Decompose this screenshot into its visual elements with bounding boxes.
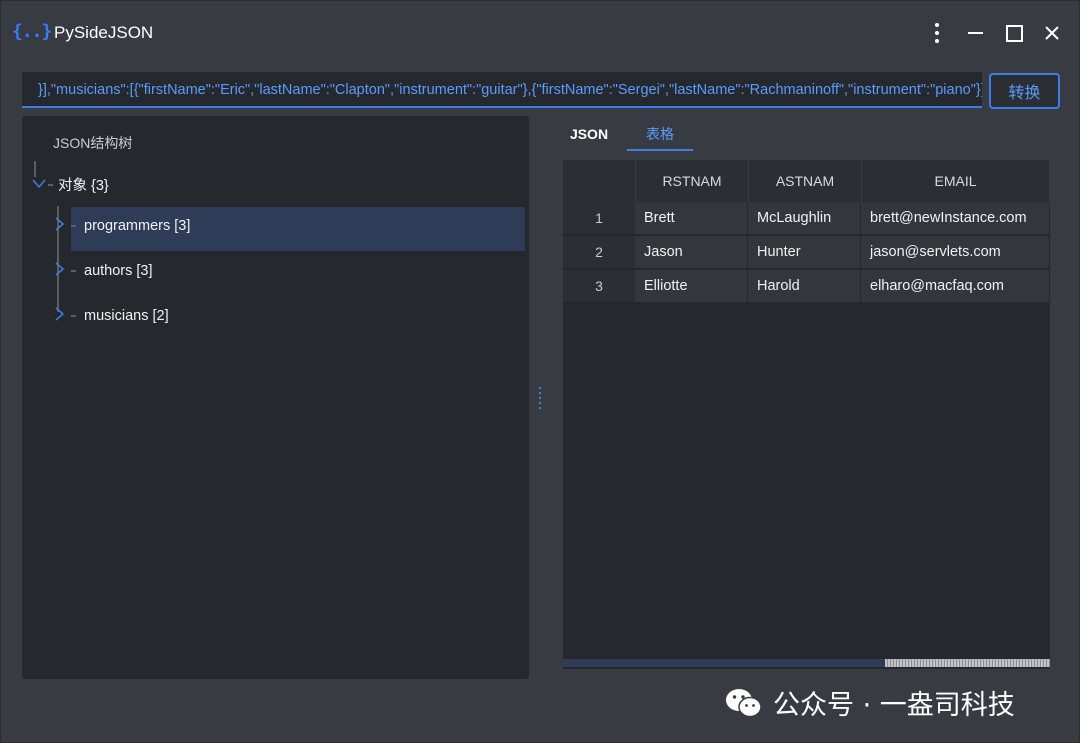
json-input-field[interactable]: }],"musicians":[{"firstName":"Eric","las… <box>22 72 982 108</box>
app-title: PySideJSON <box>54 23 154 42</box>
column-header-email[interactable]: EMAIL <box>862 160 1050 202</box>
table-cell[interactable]: Jason <box>635 236 748 269</box>
tab-table[interactable]: 表格 <box>627 119 693 151</box>
horizontal-scrollbar-thumb[interactable] <box>885 659 1050 667</box>
json-tree-panel: JSON结构树 对象 {3} programmers [3] authors [… <box>22 116 529 679</box>
collapse-chevron-icon <box>55 217 71 234</box>
close-icon <box>1045 26 1059 40</box>
tree-node-authors[interactable]: authors [3] <box>55 262 153 279</box>
wechat-icon <box>726 688 762 717</box>
maximize-button[interactable] <box>1000 19 1028 47</box>
data-table: RSTNAM ASTNAM EMAIL 1 Brett McLaughlin b… <box>563 160 1050 669</box>
tree-dash <box>71 269 76 272</box>
tree-node-programmers[interactable]: programmers [3] <box>55 217 190 234</box>
wechat-watermark: 公众号 · 一盎司科技 <box>725 683 1015 722</box>
app-window: {..} PySideJSON }],"musicians":[{"firstN… <box>0 0 1080 743</box>
kebab-menu-icon <box>935 21 939 45</box>
row-number[interactable]: 2 <box>563 236 635 269</box>
convert-button[interactable]: 转换 <box>989 73 1060 109</box>
close-button[interactable] <box>1038 19 1066 47</box>
collapse-chevron-icon <box>55 307 71 324</box>
row-number[interactable]: 3 <box>563 270 635 303</box>
title-bar[interactable]: {..} PySideJSON <box>1 1 1079 65</box>
tree-dash <box>48 183 53 186</box>
column-header-lastname[interactable]: ASTNAM <box>749 160 862 202</box>
tree-item-label: authors [3] <box>84 262 153 279</box>
tree-root-node[interactable]: 对象 {3} <box>32 174 109 195</box>
tree-root-label: 对象 {3} <box>58 178 109 194</box>
tree-node-musicians[interactable]: musicians [2] <box>55 307 169 324</box>
table-cell[interactable]: Harold <box>748 270 861 303</box>
panel-splitter-handle[interactable] <box>538 387 542 409</box>
collapse-chevron-icon <box>55 262 71 279</box>
more-options-button[interactable] <box>923 19 951 47</box>
column-header-firstname[interactable]: RSTNAM <box>636 160 749 202</box>
table-cell[interactable]: jason@servlets.com <box>861 236 1050 269</box>
tree-dash <box>71 224 76 227</box>
table-cell[interactable]: Elliotte <box>635 270 748 303</box>
table-corner-header <box>563 160 636 202</box>
watermark-text: 公众号 · 一盎司科技 <box>773 690 1015 721</box>
minimize-button[interactable] <box>961 19 989 47</box>
tree-dash <box>71 314 76 317</box>
table-cell[interactable]: Hunter <box>748 236 861 269</box>
table-cell[interactable]: brett@newInstance.com <box>861 202 1050 235</box>
tree-item-label: musicians [2] <box>84 307 169 324</box>
table-cell[interactable]: elharo@macfaq.com <box>861 270 1050 303</box>
tree-item-label: programmers [3] <box>84 217 191 234</box>
table-cell[interactable]: Brett <box>635 202 748 235</box>
tab-json[interactable]: JSON <box>559 119 619 149</box>
tree-header: JSON结构树 <box>53 135 133 151</box>
row-number[interactable]: 1 <box>563 202 635 235</box>
app-logo-icon: {..} <box>12 21 52 42</box>
expand-chevron-icon <box>32 177 48 192</box>
table-cell[interactable]: McLaughlin <box>748 202 861 235</box>
minimize-icon <box>967 32 983 34</box>
maximize-icon <box>1005 24 1023 42</box>
